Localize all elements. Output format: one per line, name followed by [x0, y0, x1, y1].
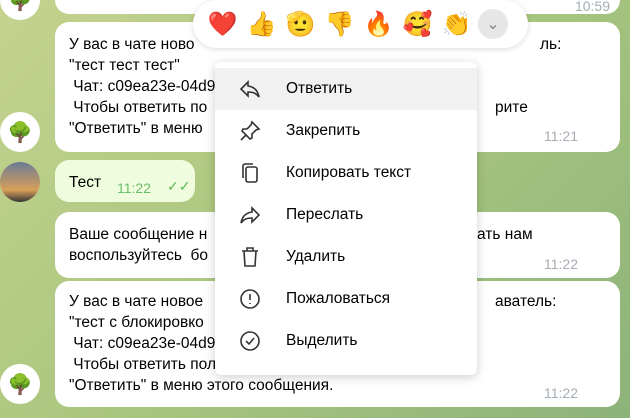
reaction-thumbs-up[interactable]: 👍: [242, 10, 281, 39]
report-icon: [240, 289, 260, 309]
message-bubble-outgoing[interactable]: Тест 11:22 ✓✓: [55, 160, 195, 202]
reply-icon: [239, 80, 260, 98]
message-text: Тест: [69, 174, 102, 191]
bot-avatar[interactable]: 🌳: [0, 364, 40, 404]
context-menu: Ответить Закрепить Копировать текст Пере…: [215, 62, 477, 375]
reaction-hearts-face[interactable]: 🥰: [398, 10, 437, 39]
message-time: 11:21: [544, 128, 578, 144]
message-time: 11:22: [544, 256, 578, 272]
menu-item-pin[interactable]: Закрепить: [215, 110, 477, 152]
message-time: 10:59: [574, 0, 610, 14]
forward-icon: [240, 206, 261, 224]
copy-icon: [242, 163, 258, 183]
message-line: воспользуйтесь бо: [69, 247, 209, 264]
reaction-heart[interactable]: ❤️: [203, 10, 242, 39]
reaction-clap[interactable]: 👏: [437, 10, 476, 39]
menu-item-delete[interactable]: Удалить: [215, 236, 477, 278]
menu-item-label: Удалить: [286, 248, 346, 265]
reaction-salute[interactable]: 🫡: [281, 10, 320, 39]
message-line: У вас в чате новое: [69, 293, 204, 310]
message-line: "тест с блокировко: [69, 314, 204, 331]
menu-item-label: Переслать: [286, 206, 364, 223]
menu-item-label: Пожаловаться: [286, 290, 391, 307]
menu-item-select[interactable]: Выделить: [215, 320, 477, 362]
message-time: 11:22: [117, 180, 151, 196]
trash-icon: [242, 247, 258, 267]
menu-item-label: Закрепить: [286, 122, 361, 139]
reaction-fire[interactable]: 🔥: [359, 10, 398, 39]
menu-item-report[interactable]: Пожаловаться: [215, 278, 477, 320]
menu-item-label: Ответить: [286, 80, 353, 97]
user-avatar[interactable]: [0, 162, 40, 202]
bot-avatar[interactable]: 🌳: [0, 112, 40, 152]
message-time: 11:22: [544, 385, 578, 401]
pin-icon: [240, 120, 261, 141]
reaction-bar: ❤️ 👍 🫡 👎 🔥 🥰 👏 ⌄: [193, 0, 528, 48]
message-line: "тест тест тест": [69, 57, 180, 74]
select-icon: [240, 331, 260, 351]
message-line: Чат: c09ea23e-04d9: [69, 335, 216, 352]
message-line: рите: [495, 99, 528, 116]
message-line: "Ответить" в меню: [69, 120, 207, 137]
message-line: "Ответить" в меню этого сообщения.: [69, 377, 334, 394]
reaction-thumbs-down[interactable]: 👎: [320, 10, 359, 39]
double-check-icon: ✓✓: [167, 178, 191, 194]
menu-item-reply[interactable]: Ответить: [215, 68, 477, 110]
message-line: Чтобы ответить по: [69, 99, 208, 116]
menu-item-label: Выделить: [286, 332, 358, 349]
chevron-down-icon[interactable]: ⌄: [478, 9, 508, 39]
message-line: ль:: [540, 36, 562, 53]
menu-item-copy[interactable]: Копировать текст: [215, 152, 477, 194]
message-line: аватель:: [495, 293, 557, 310]
message-line: ать нам: [477, 226, 533, 243]
message-line: Чат: c09ea23e-04d9: [69, 78, 216, 95]
bot-avatar[interactable]: 🌳: [0, 0, 40, 20]
message-line: Ваше сообщение н: [69, 226, 208, 243]
menu-item-label: Копировать текст: [286, 164, 412, 181]
message-line: У вас в чате ново: [69, 36, 195, 53]
menu-item-forward[interactable]: Переслать: [215, 194, 477, 236]
